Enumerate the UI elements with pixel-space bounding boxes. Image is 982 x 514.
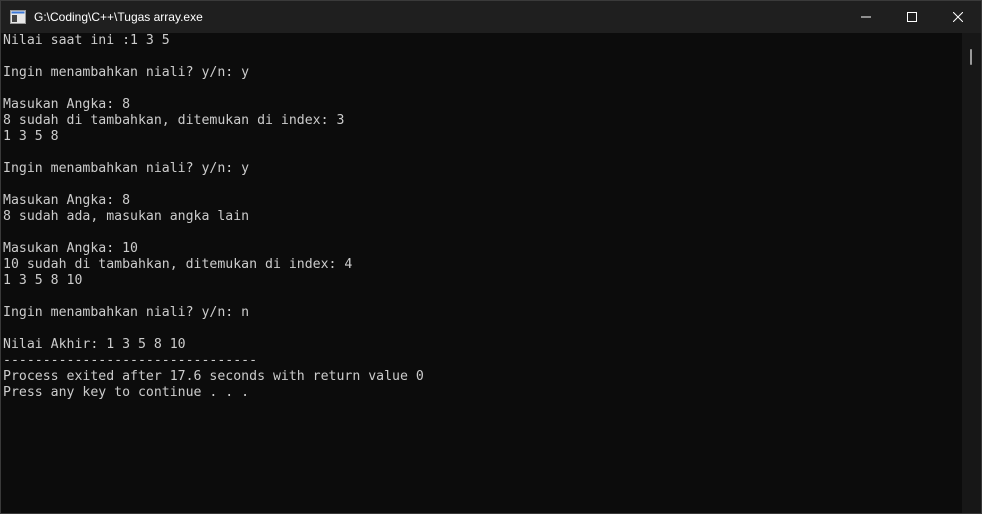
console-line: Masukan Angka: 10 xyxy=(3,241,138,256)
title-bar[interactable]: G:\Coding\C++\Tugas array.exe xyxy=(1,1,981,33)
console-window: G:\Coding\C++\Tugas array.exe Nilai saat… xyxy=(0,0,982,514)
console-line: 1 3 5 8 10 xyxy=(3,273,83,288)
vertical-scrollbar[interactable] xyxy=(962,33,981,513)
console-line: 1 3 5 8 xyxy=(3,129,59,144)
scrollbar-thumb[interactable] xyxy=(970,49,972,65)
console-line: Ingin menambahkan niali? y/n: n xyxy=(3,305,250,320)
console-line: Nilai Akhir: 1 3 5 8 10 xyxy=(3,337,186,352)
window-title: G:\Coding\C++\Tugas array.exe xyxy=(34,10,203,24)
window-controls xyxy=(843,1,981,33)
console-line: Ingin menambahkan niali? y/n: y xyxy=(3,161,250,176)
console-line: Nilai saat ini :1 3 5 xyxy=(3,33,170,48)
console-line: Ingin menambahkan niali? y/n: y xyxy=(3,65,250,80)
console-line: Process exited after 17.6 seconds with r… xyxy=(3,369,424,384)
console-app-icon[interactable] xyxy=(10,9,26,25)
console-line: -------------------------------- xyxy=(3,353,258,368)
console-line: 8 sudah di tambahkan, ditemukan di index… xyxy=(3,113,345,128)
console-line: Masukan Angka: 8 xyxy=(3,193,131,208)
maximize-button[interactable] xyxy=(889,1,935,33)
close-button[interactable] xyxy=(935,1,981,33)
console-line: Masukan Angka: 8 xyxy=(3,97,131,112)
console-line: 8 sudah ada, masukan angka lain xyxy=(3,209,250,224)
minimize-icon xyxy=(861,16,871,18)
maximize-icon xyxy=(907,12,917,22)
console-line: Press any key to continue . . . xyxy=(3,385,250,400)
console-line: 10 sudah di tambahkan, ditemukan di inde… xyxy=(3,257,353,272)
console-output[interactable]: Nilai saat ini :1 3 5 Ingin menambahkan n… xyxy=(3,33,961,511)
minimize-button[interactable] xyxy=(843,1,889,33)
close-icon xyxy=(953,12,963,22)
